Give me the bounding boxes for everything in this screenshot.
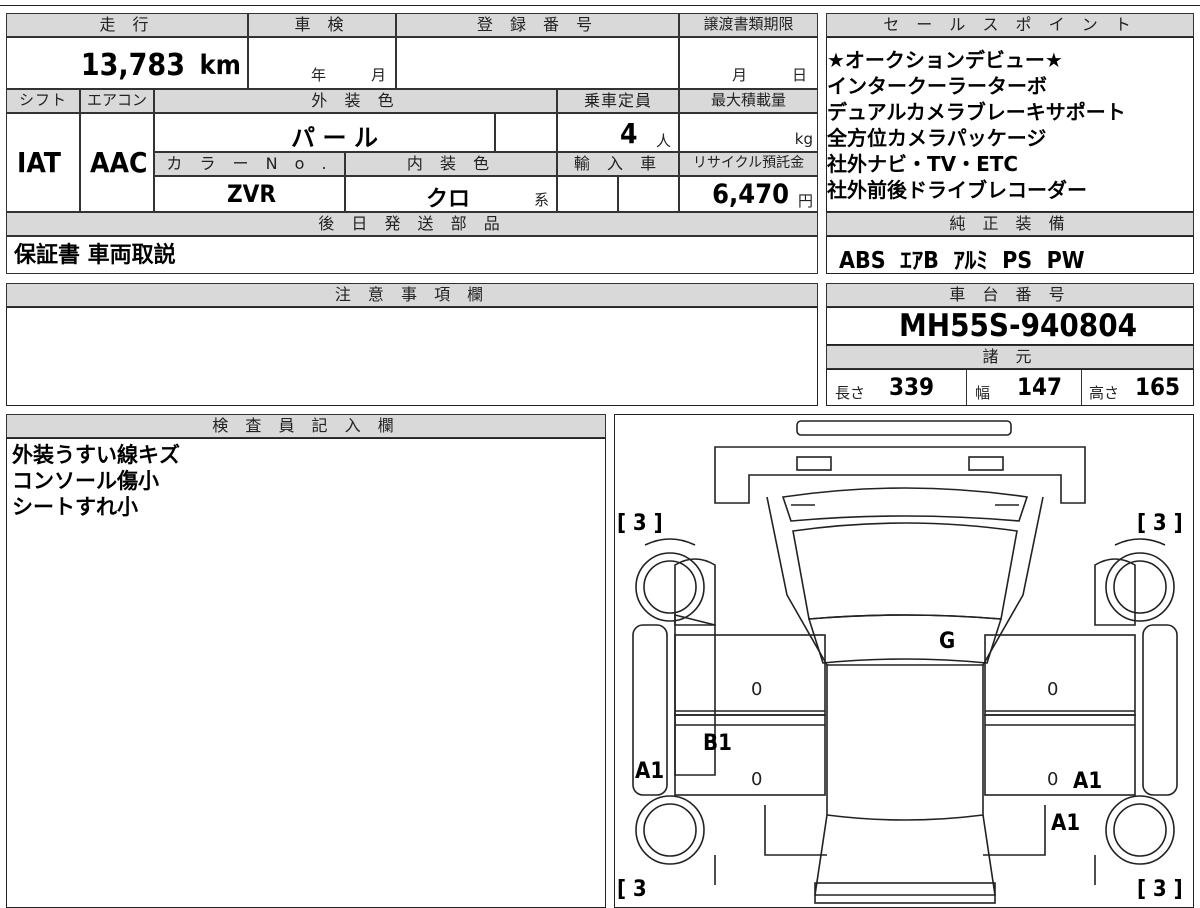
damage-code-a1-right-1: A1	[1073, 769, 1103, 794]
capacity-unit: 人	[656, 132, 672, 150]
max-load-cell: kg	[679, 113, 818, 152]
transfer-deadline-header: 譲渡書類期限	[679, 13, 818, 37]
specs-box: 長さ 339 幅 147 高さ 165	[826, 369, 1194, 406]
shift-value: IAT	[17, 146, 61, 179]
color-no-cell: ZVR	[154, 176, 345, 212]
mileage-cell: 13,783 km	[6, 37, 248, 89]
sales-point-2: インタークーラーターボ	[827, 74, 1047, 98]
mileage-value: 13,783	[80, 48, 185, 83]
shaken-year-label: 年	[311, 66, 327, 84]
inspector-box: 外装うすい線キズ コンソール傷小 シートすれ小	[6, 438, 606, 908]
inspector-line-1: 外装うすい線キズ	[12, 443, 180, 467]
top-edge-strip	[0, 0, 1200, 6]
damage-code-g: G	[939, 629, 956, 654]
transfer-day-label: 日	[792, 66, 808, 84]
zero-mark-4: 0	[1047, 769, 1059, 790]
interior-color-header: 内 装 色	[345, 152, 557, 176]
shaken-month-label: 月	[371, 66, 387, 84]
sales-points-box: ★オークションデビュー★ インタークーラーターボ デュアルカメラブレーキサポート…	[826, 37, 1194, 212]
chassis-number: MH55S-940804	[899, 308, 1138, 344]
shaken-cell: 年 月	[248, 37, 396, 89]
interior-color-value: クロ	[426, 187, 471, 212]
max-load-header: 最大積載量	[679, 89, 818, 113]
sales-point-3: デュアルカメラブレーキサポート	[827, 100, 1126, 124]
import-cell-2	[618, 176, 679, 212]
ac-value: AAC	[90, 146, 148, 179]
zero-mark-1: 0	[751, 679, 763, 700]
equipment-header: 純 正 装 備	[826, 212, 1194, 236]
sales-points-header: セ ー ル ス ポ イ ン ト	[826, 13, 1194, 37]
chassis-header: 車 台 番 号	[826, 283, 1194, 307]
notes-header: 注 意 事 項 欄	[6, 283, 818, 307]
damage-code-b1: B1	[703, 731, 732, 756]
later-parts-cell: 保証書 車両取説	[6, 236, 818, 274]
sales-point-4: 全方位カメラパッケージ	[827, 126, 1047, 150]
panel-label-bottom-left: [ 3	[617, 877, 647, 902]
sales-point-6: 社外前後ドライブレコーダー	[827, 178, 1087, 202]
shift-cell: IAT	[6, 113, 80, 212]
panel-label-top-left: [ 3 ]	[617, 511, 663, 536]
height-value: 165	[1135, 373, 1181, 401]
zero-mark-2: 0	[751, 769, 763, 790]
ac-cell: AAC	[80, 113, 154, 212]
sales-point-5: 社外ナビ・TV・ETC	[827, 152, 1019, 176]
exterior-color-cell: パ ー ル	[154, 113, 495, 152]
chassis-box: MH55S-940804	[826, 307, 1194, 345]
recycle-unit: 円	[797, 192, 813, 210]
capacity-header: 乗車定員	[557, 89, 679, 113]
height-label: 高さ	[1089, 384, 1120, 402]
damage-code-a1-left: A1	[635, 759, 665, 784]
panel-label-top-right: [ 3 ]	[1137, 511, 1183, 536]
specs-divider-2	[1081, 370, 1082, 405]
length-value: 339	[889, 373, 935, 401]
recycle-cell: 6,470 円	[679, 176, 818, 212]
width-value: 147	[1017, 373, 1063, 401]
inspector-line-2: コンソール傷小	[12, 469, 159, 493]
equipment-box: ABS ｴｱB ｱﾙﾐ PS PW	[826, 236, 1194, 274]
specs-header: 諸 元	[826, 345, 1194, 369]
inspector-header: 検 査 員 記 入 欄	[6, 414, 606, 438]
inspector-line-3: シートすれ小	[12, 495, 138, 519]
later-parts-header: 後 日 発 送 部 品	[6, 212, 818, 236]
color-no-header: カ ラ ー N o .	[154, 152, 345, 176]
recycle-value: 6,470	[712, 179, 789, 210]
width-label: 幅	[975, 384, 991, 402]
specs-divider-1	[966, 370, 967, 405]
notes-box	[6, 307, 818, 406]
mileage-header: 走 行	[6, 13, 248, 37]
import-cell-1	[557, 176, 618, 212]
panel-label-bottom-right: [ 3 ]	[1137, 877, 1183, 902]
car-diagram	[632, 420, 1178, 904]
shift-header: シフト	[6, 89, 80, 113]
registration-cell	[396, 37, 679, 89]
interior-color-unit: 系	[534, 191, 550, 209]
registration-header: 登 録 番 号	[396, 13, 679, 37]
interior-color-cell: クロ 系	[345, 176, 557, 212]
damage-code-a1-right-2: A1	[1051, 811, 1081, 836]
equipment-value: ABS ｴｱB ｱﾙﾐ PS PW	[839, 248, 1085, 274]
car-diagram-box: [ 3 ] [ 3 ] [ 3 [ 3 ] G B1 A1 A1 A1 0 0 …	[614, 414, 1194, 908]
recycle-header: リサイクル預託金	[679, 152, 818, 176]
later-parts-value: 保証書 車両取説	[14, 243, 176, 268]
mileage-unit: km	[199, 50, 241, 81]
max-load-unit: kg	[794, 130, 813, 148]
exterior-color-header: 外 装 色	[154, 89, 557, 113]
ac-header: エアコン	[80, 89, 154, 113]
shaken-header: 車 検	[248, 13, 396, 37]
import-header: 輸 入 車	[557, 152, 679, 176]
length-label: 長さ	[835, 384, 866, 402]
transfer-month-label: 月	[732, 66, 748, 84]
color-no-value: ZVR	[227, 180, 276, 208]
capacity-value: 4	[620, 117, 638, 150]
transfer-cell: 月 日	[679, 37, 818, 89]
zero-mark-3: 0	[1047, 679, 1059, 700]
exterior-color-value: パ ー ル	[291, 124, 379, 152]
capacity-cell: 4 人	[557, 113, 679, 152]
exterior-extra-cell	[495, 113, 557, 152]
sales-point-1: ★オークションデビュー★	[827, 48, 1063, 72]
